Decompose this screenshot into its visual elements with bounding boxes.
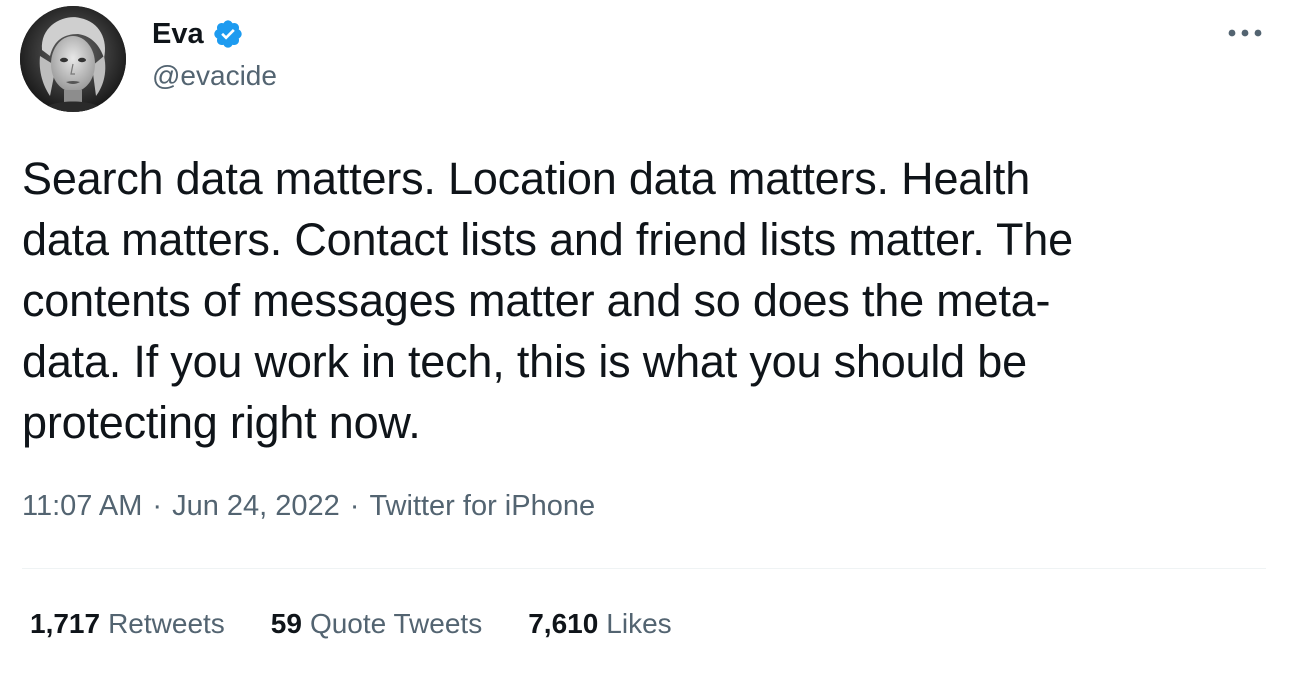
tweet-source[interactable]: Twitter for iPhone (369, 490, 595, 523)
avatar[interactable] (20, 6, 126, 112)
likes-label: Likes (606, 608, 672, 639)
author-name-row: Eva (152, 16, 244, 52)
tweet-text: Search data matters. Location data matte… (22, 153, 1073, 448)
author-handle[interactable]: @evacide (152, 60, 277, 92)
quote-tweets-label: Quote Tweets (309, 608, 483, 639)
quote-tweets-stat[interactable]: 59 Quote Tweets (271, 608, 482, 640)
likes-stat[interactable]: 7,610 Likes (528, 608, 671, 640)
more-options-button[interactable] (1222, 18, 1268, 48)
tweet-card: Eva @evacide Search data matters. Locati… (0, 0, 1302, 682)
tweet-date[interactable]: Jun 24, 2022 (172, 490, 340, 523)
retweets-label: Retweets (108, 608, 225, 639)
divider (22, 568, 1266, 569)
meta-separator: · (152, 490, 163, 522)
likes-count: 7,610 (528, 608, 599, 639)
quote-tweets-count: 59 (270, 608, 302, 639)
author-name[interactable]: Eva (152, 18, 204, 51)
tweet-stats: 1,717 Retweets 59 Quote Tweets 7,610 Lik… (30, 608, 718, 640)
verified-badge-icon[interactable] (212, 18, 244, 50)
retweets-stat[interactable]: 1,717 Retweets (30, 608, 225, 640)
more-horizontal-icon (1228, 29, 1262, 37)
retweets-count: 1,717 (30, 608, 101, 639)
tweet-time[interactable]: 11:07 AM (22, 490, 142, 523)
meta-separator: · (349, 490, 360, 522)
avatar-image (20, 6, 126, 112)
tweet-meta: 11:07 AM · Jun 24, 2022 · Twitter for iP… (22, 490, 595, 523)
